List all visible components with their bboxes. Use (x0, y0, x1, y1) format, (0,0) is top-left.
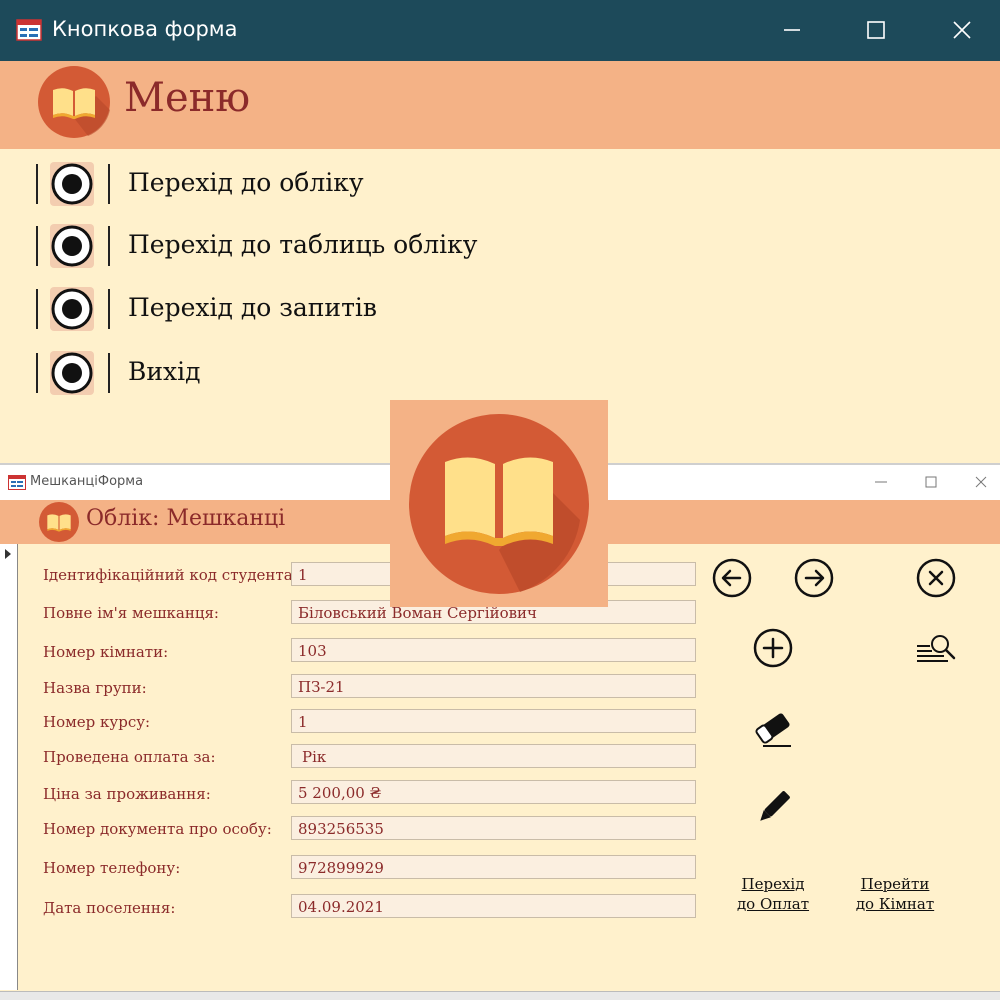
field-label: Номер кімнати: (43, 643, 169, 661)
subform-close-button[interactable] (972, 473, 990, 491)
go-to-payments-button[interactable]: Перехід до Оплат (730, 874, 816, 914)
course-number-field[interactable]: 1 (291, 709, 696, 733)
radio-button[interactable] (50, 224, 94, 268)
link-line: до Кімнат (855, 895, 935, 913)
form-icon (16, 19, 42, 41)
edit-record-button[interactable] (751, 786, 795, 830)
menu-item-label: Перехід до таблиць обліку (128, 230, 478, 259)
settlement-date-field[interactable]: 04.09.2021 (291, 894, 696, 918)
previous-record-button[interactable] (710, 556, 754, 600)
divider (36, 289, 38, 329)
radio-button[interactable] (50, 287, 94, 331)
menu-item-label: Перехід до обліку (128, 168, 364, 197)
field-label: Повне ім'я мешканця: (43, 604, 219, 622)
radio-button[interactable] (50, 162, 94, 206)
field-label: Номер телефону: (43, 859, 181, 877)
field-label: Дата поселення: (43, 899, 176, 917)
document-number-field[interactable]: 893256535 (291, 816, 696, 840)
divider (108, 353, 110, 393)
delete-record-button[interactable] (751, 706, 795, 750)
radio-icon (51, 163, 93, 205)
divider (108, 164, 110, 204)
minimize-button[interactable] (776, 14, 808, 46)
menu-item-exit[interactable]: Вихід (36, 349, 636, 397)
field-label: Номер курсу: (43, 713, 151, 731)
field-label: Проведена оплата за: (43, 748, 216, 766)
room-number-field[interactable]: 103 (291, 638, 696, 662)
phone-number-field[interactable]: 972899929 (291, 855, 696, 879)
divider (36, 164, 38, 204)
subform-maximize-button[interactable] (922, 473, 940, 491)
record-selector[interactable] (0, 544, 18, 990)
close-form-button[interactable] (914, 556, 958, 600)
next-record-button[interactable] (792, 556, 836, 600)
link-line: Перейти (860, 875, 930, 893)
current-record-arrow-icon (5, 549, 11, 559)
divider (108, 226, 110, 266)
divider (108, 289, 110, 329)
divider (36, 353, 38, 393)
menu-item-label: Вихід (128, 357, 201, 386)
subform-minimize-button[interactable] (872, 473, 890, 491)
menu-item-queries[interactable]: Перехід до запитів (36, 285, 636, 333)
divider (36, 226, 38, 266)
radio-icon (51, 225, 93, 267)
link-line: Перехід (741, 875, 805, 893)
menu-item-accounting[interactable]: Перехід до обліку (36, 160, 636, 208)
subform-heading: Облік: Мешканці (86, 506, 286, 531)
menu-item-tables[interactable]: Перехід до таблиць обліку (36, 222, 636, 270)
window-title: Кнопкова форма (52, 17, 238, 41)
record-navigation-bar (0, 991, 1000, 1000)
book-logo-icon (38, 66, 110, 138)
subform-window-title: МешканціФорма (30, 474, 144, 489)
radio-icon (51, 288, 93, 330)
form-icon (8, 475, 26, 490)
radio-icon (51, 352, 93, 394)
large-book-logo (390, 400, 608, 607)
add-record-button[interactable] (751, 626, 795, 670)
field-label: Назва групи: (43, 679, 147, 697)
menu-title: Меню (124, 75, 251, 121)
menu-item-label: Перехід до запитів (128, 293, 377, 322)
close-window-button[interactable] (946, 14, 978, 46)
book-logo-icon (409, 414, 589, 594)
field-label: Номер документа про особу: (43, 820, 272, 838)
field-label: Ідентифікаційний код студента: (43, 566, 298, 584)
main-titlebar: Кнопкова форма (0, 0, 1000, 61)
field-label: Ціна за проживання: (43, 785, 211, 803)
search-record-button[interactable] (914, 626, 958, 670)
payment-period-field[interactable]: Рік (291, 744, 696, 768)
book-logo-icon (39, 502, 79, 542)
go-to-rooms-button[interactable]: Перейти до Кімнат (852, 874, 938, 914)
maximize-button[interactable] (860, 14, 892, 46)
group-name-field[interactable]: ПЗ-21 (291, 674, 696, 698)
link-line: до Оплат (736, 895, 810, 913)
radio-button[interactable] (50, 351, 94, 395)
price-field[interactable]: 5 200,00 ₴ (291, 780, 696, 804)
